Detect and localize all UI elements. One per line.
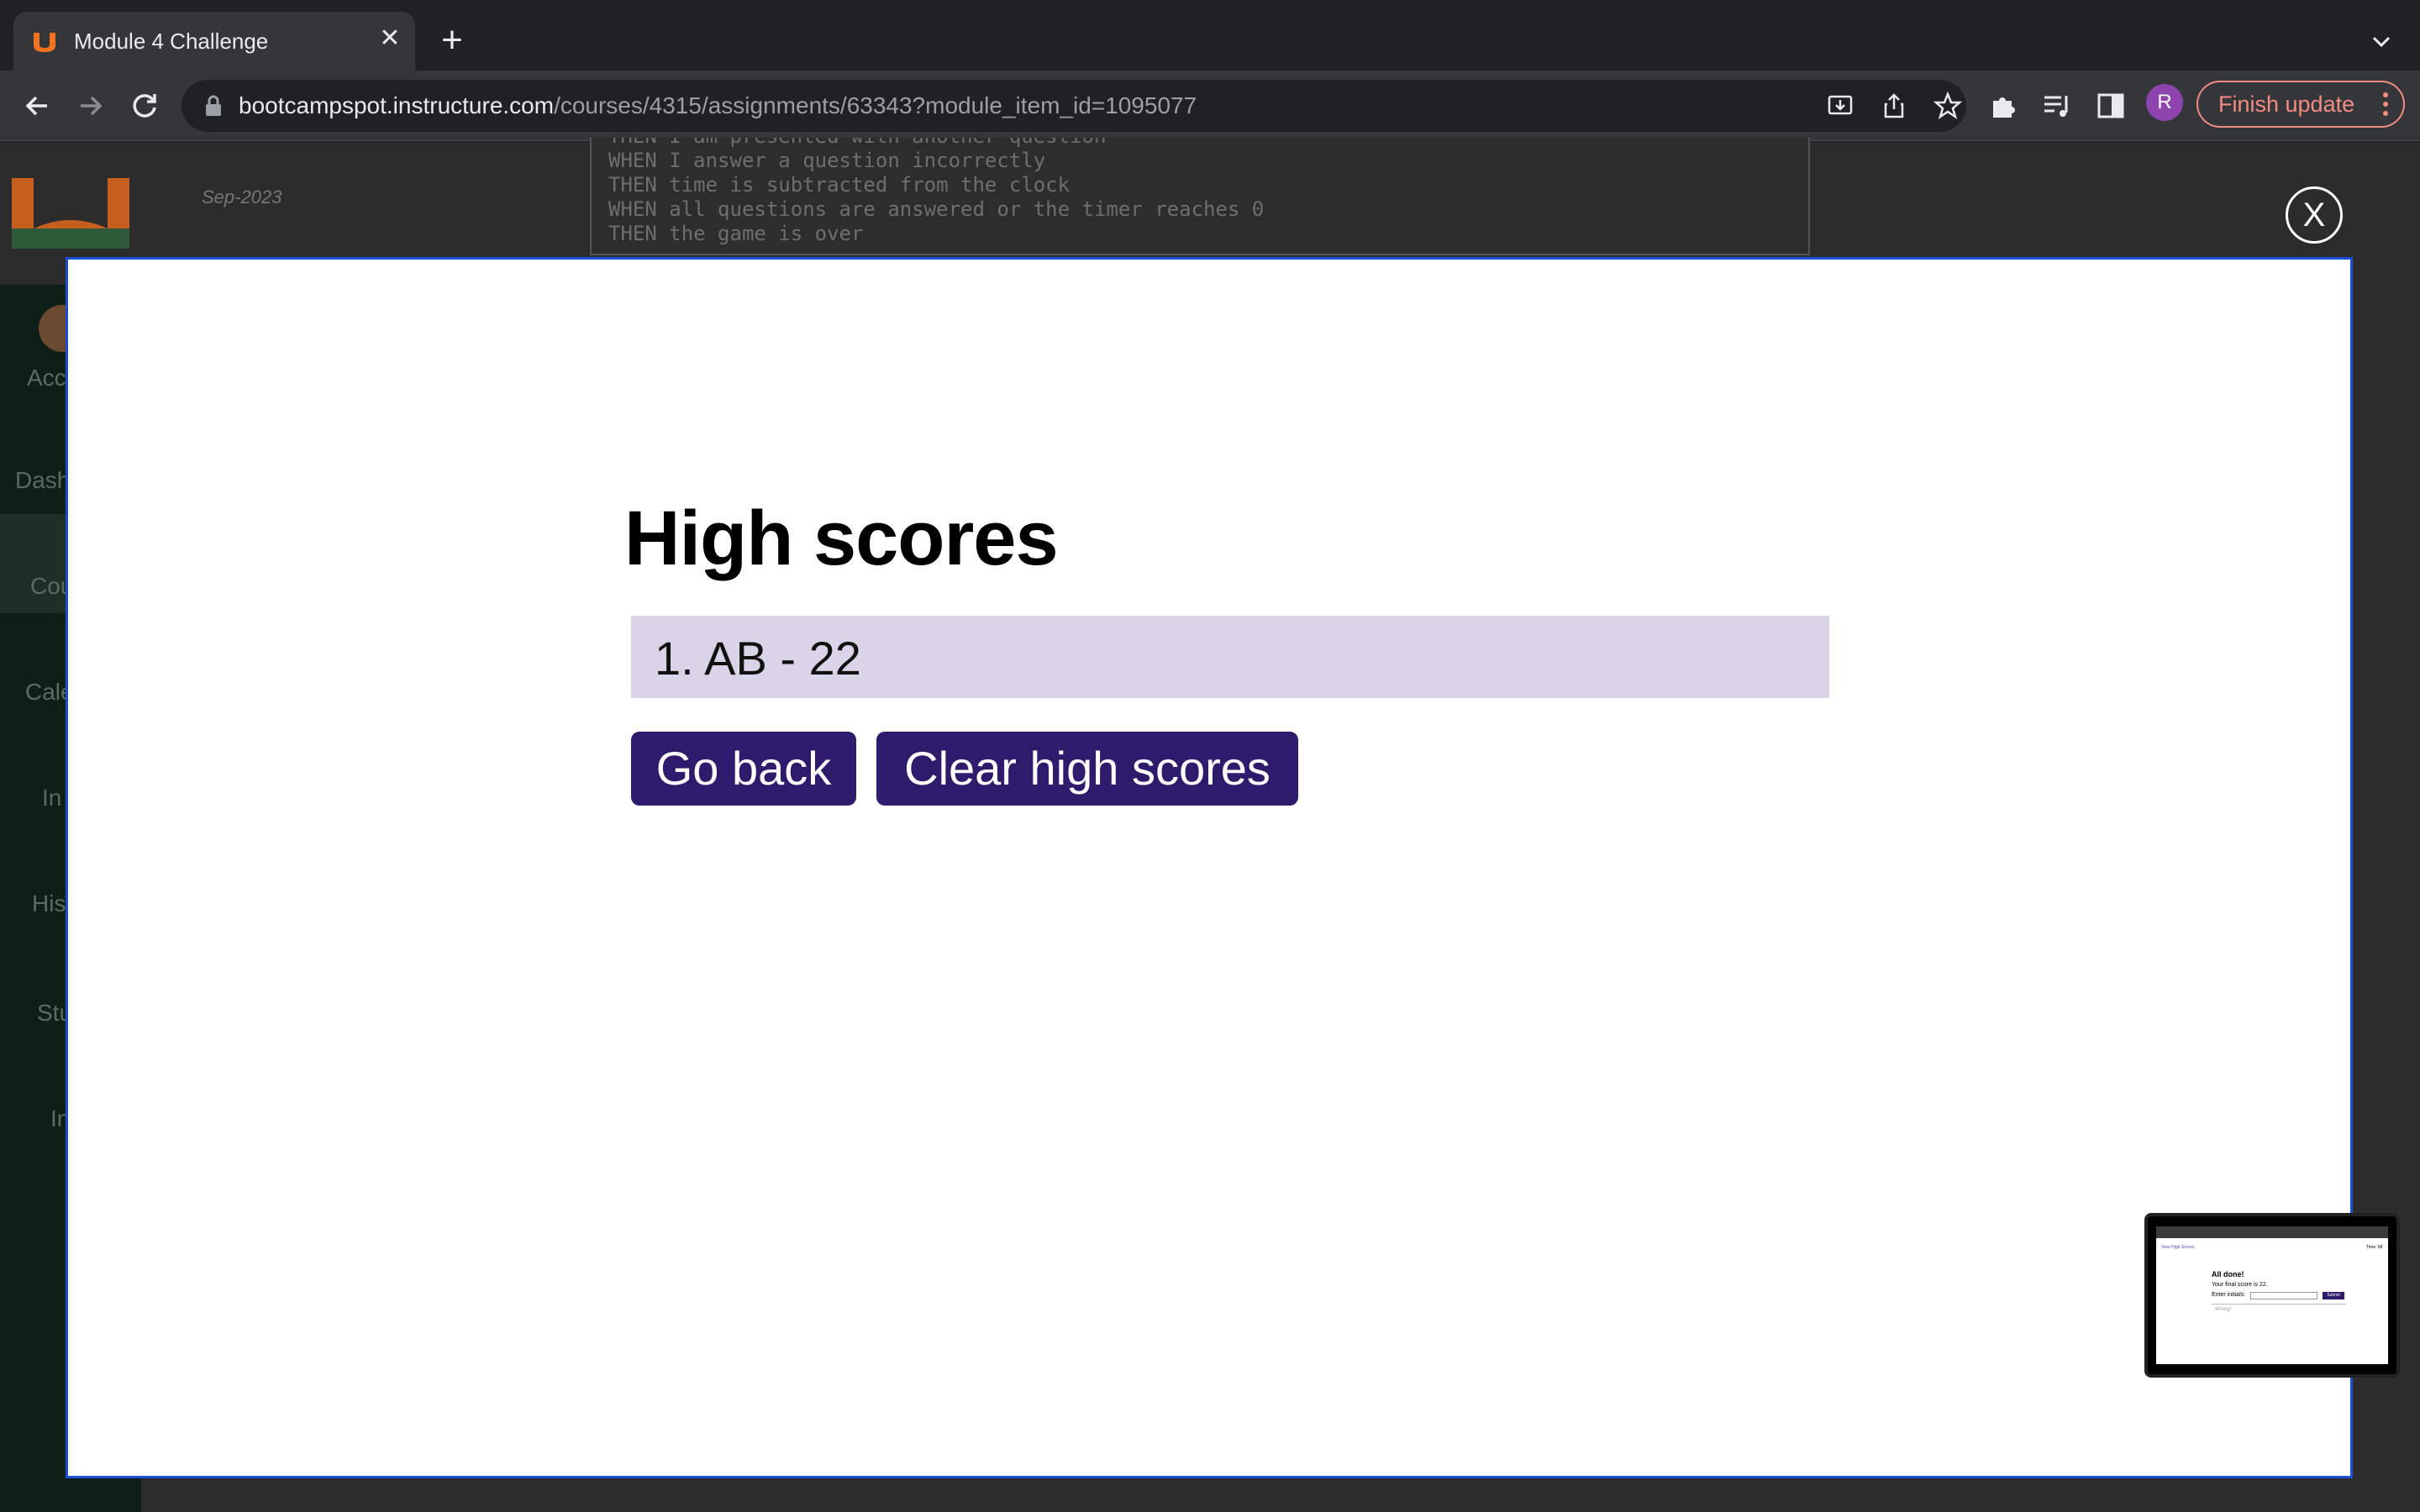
- university-logo-icon: [12, 178, 129, 249]
- pip-browser-chrome: [2156, 1226, 2388, 1238]
- browser-toolbar: bootcampspot.instructure.com/courses/431…: [0, 71, 2420, 141]
- lock-icon[interactable]: [203, 95, 224, 117]
- list-item: 1. AB - 22: [631, 616, 1829, 698]
- pip-heading: All done!: [2212, 1270, 2244, 1278]
- close-modal-button[interactable]: X: [2286, 186, 2343, 244]
- go-back-button[interactable]: Go back: [631, 732, 856, 806]
- finish-update-button[interactable]: Finish update: [2196, 81, 2405, 128]
- pip-initials-label: Enter initials:: [2212, 1292, 2246, 1298]
- picture-in-picture-thumbnail[interactable]: View High Scores Time: 68 All done! Your…: [2144, 1213, 2400, 1378]
- background-code-block: THEN I am presented with another questio…: [590, 138, 1810, 255]
- share-icon[interactable]: [1879, 91, 1909, 121]
- new-tab-icon[interactable]: +: [432, 22, 472, 62]
- tab-close-icon[interactable]: ✕: [375, 24, 405, 54]
- code-line: WHEN I answer a question incorrectly: [608, 149, 1046, 172]
- pip-view-link: View High Scores: [2161, 1245, 2195, 1250]
- url-text[interactable]: bootcampspot.instructure.com/courses/431…: [239, 92, 1197, 119]
- reload-icon[interactable]: [124, 86, 165, 126]
- address-bar[interactable]: bootcampspot.instructure.com/courses/431…: [182, 80, 1966, 132]
- nav-label-history: His: [32, 890, 66, 916]
- page-bottom-strip: [0, 1478, 2420, 1512]
- browser-tab[interactable]: Module 4 Challenge ✕: [13, 12, 415, 71]
- page-title: High scores: [624, 496, 1059, 581]
- background-date: Sep-2023: [202, 186, 282, 207]
- nav-label-inbox: In: [42, 785, 62, 811]
- nav-label-account: Acc: [27, 365, 66, 391]
- pip-divider: [2212, 1304, 2346, 1305]
- nav-label-dashboard: Dash: [15, 467, 71, 493]
- media-control-icon[interactable]: [2040, 89, 2074, 123]
- finish-update-label: Finish update: [2218, 92, 2355, 117]
- pip-final-score: Your final score is 22.: [2212, 1282, 2268, 1288]
- tab-strip: Module 4 Challenge ✕ +: [0, 0, 2420, 71]
- canvas-favicon-icon: [34, 33, 55, 52]
- clear-high-scores-button[interactable]: Clear high scores: [876, 732, 1298, 806]
- profile-avatar[interactable]: R: [2146, 84, 2183, 121]
- code-line: THEN the game is over: [608, 222, 864, 245]
- bookmark-star-icon[interactable]: [1933, 91, 1963, 121]
- code-line: THEN time is subtracted from the clock: [608, 173, 1071, 197]
- code-line: THEN I am presented with another questio…: [592, 138, 1808, 149]
- side-panel-icon[interactable]: [2094, 89, 2128, 123]
- preview-modal: High scores 1. AB - 22 Go back Clear hig…: [66, 257, 2353, 1478]
- pip-initials-input: [2250, 1292, 2317, 1299]
- install-app-icon[interactable]: [1825, 91, 1855, 121]
- pip-feedback: Wrong!: [2215, 1307, 2232, 1312]
- global-nav-bottom: [0, 1478, 141, 1512]
- kebab-menu-icon: [2383, 92, 2388, 116]
- code-line: WHEN all questions are answered or the t…: [608, 197, 1265, 221]
- forward-arrow-icon[interactable]: [71, 86, 111, 126]
- pip-timer: Time: 68: [2366, 1245, 2383, 1250]
- extensions-puzzle-icon[interactable]: [1986, 89, 2020, 123]
- url-host: bootcampspot.instructure.com: [239, 92, 555, 118]
- back-arrow-icon[interactable]: [17, 86, 57, 126]
- pip-submit-button: Submit: [2323, 1292, 2344, 1299]
- tab-title: Module 4 Challenge: [74, 29, 269, 54]
- pip-screen: View High Scores Time: 68 All done! Your…: [2156, 1226, 2388, 1364]
- tab-search-chevron-icon[interactable]: [2365, 25, 2398, 59]
- score-entry-text: 1. AB - 22: [655, 632, 861, 685]
- url-path: /courses/4315/assignments/63343?module_i…: [554, 92, 1197, 118]
